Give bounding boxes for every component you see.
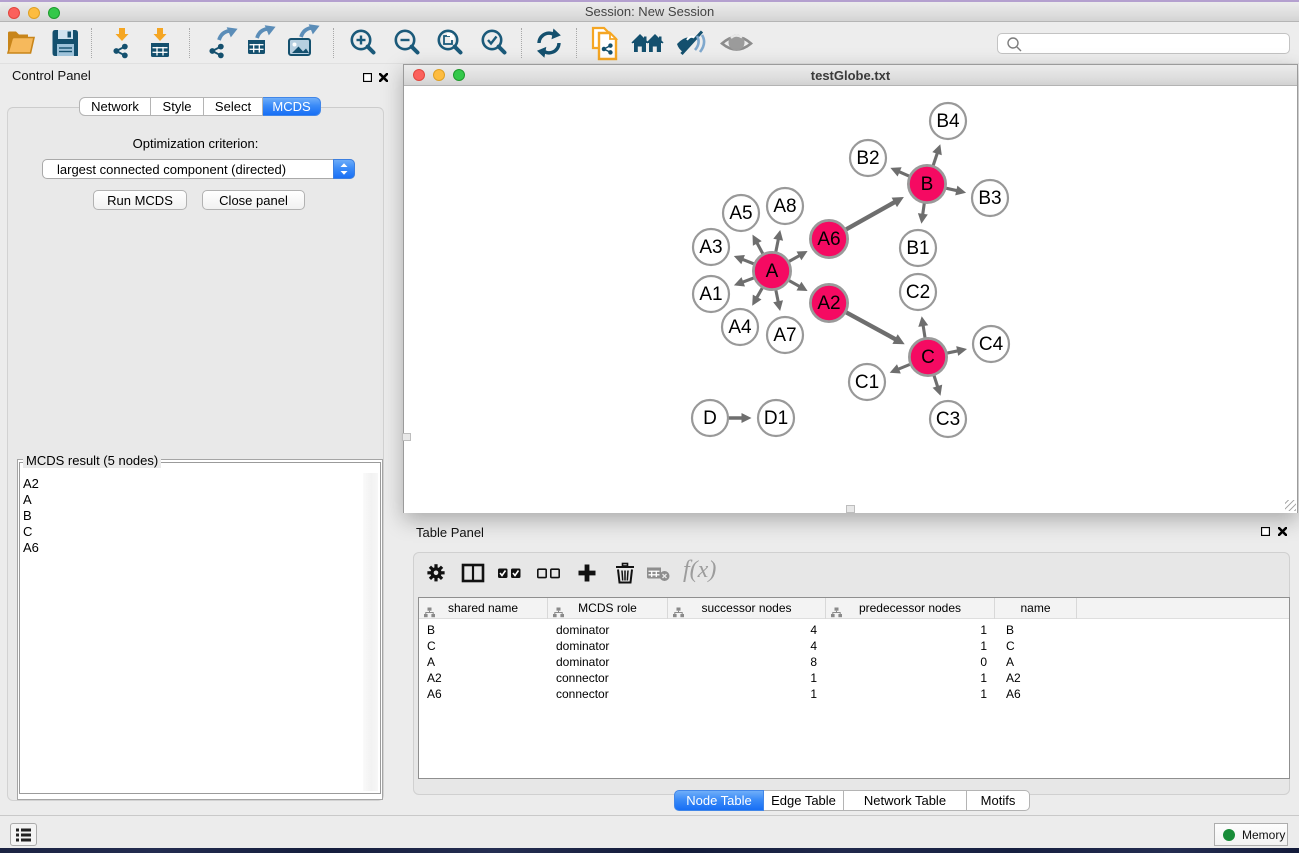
svg-text:A5: A5 (729, 203, 752, 224)
svg-text:A: A (766, 261, 779, 282)
svg-text:B2: B2 (856, 148, 879, 169)
svg-text:A6: A6 (817, 229, 840, 250)
svg-text:C4: C4 (979, 334, 1004, 355)
svg-text:B3: B3 (978, 188, 1001, 209)
svg-text:D1: D1 (764, 408, 788, 429)
svg-text:A3: A3 (699, 237, 722, 258)
svg-text:A4: A4 (728, 317, 752, 338)
svg-text:B: B (921, 174, 934, 195)
svg-text:A8: A8 (773, 196, 796, 217)
svg-text:B1: B1 (906, 238, 929, 259)
svg-text:A1: A1 (699, 284, 722, 305)
svg-text:C2: C2 (906, 282, 930, 303)
svg-text:C1: C1 (855, 372, 879, 393)
svg-text:C: C (921, 347, 935, 368)
svg-text:C3: C3 (936, 409, 960, 430)
svg-text:A2: A2 (817, 293, 840, 314)
svg-text:B4: B4 (936, 111, 960, 132)
svg-text:D: D (703, 408, 717, 429)
svg-text:A7: A7 (773, 325, 796, 346)
